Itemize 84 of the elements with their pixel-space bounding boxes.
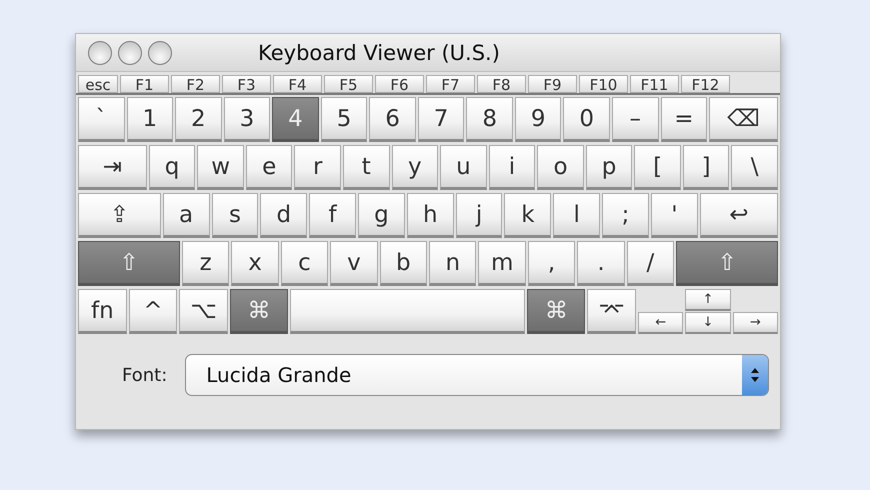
key[interactable]: ⇥	[78, 145, 147, 190]
arrow-key[interactable]: ←	[638, 312, 684, 334]
key[interactable]: x	[231, 241, 279, 286]
key[interactable]: o	[537, 145, 584, 190]
stepper-icon	[742, 355, 768, 395]
function-key[interactable]: F5	[324, 75, 373, 93]
key[interactable]: u	[440, 145, 487, 190]
key[interactable]: ⌤	[587, 289, 636, 334]
function-key[interactable]: F2	[171, 75, 220, 93]
key[interactable]: r	[294, 145, 342, 190]
font-popup[interactable]: Lucida Grande	[185, 354, 770, 396]
space-bar[interactable]	[290, 289, 526, 334]
key[interactable]: ⇪	[78, 193, 161, 238]
key[interactable]: fn	[78, 289, 127, 334]
function-key[interactable]: F6	[375, 75, 424, 93]
key[interactable]: 7	[418, 97, 464, 142]
key[interactable]: /	[626, 241, 674, 286]
key[interactable]: –	[612, 97, 659, 142]
key[interactable]: g	[358, 193, 405, 238]
key[interactable]: 0	[563, 97, 610, 142]
key[interactable]: `	[78, 97, 125, 142]
key[interactable]: y	[392, 145, 438, 190]
key[interactable]: ⌘	[230, 289, 288, 334]
arrow-key[interactable]: →	[732, 312, 778, 334]
function-key[interactable]: F11	[630, 75, 679, 93]
key[interactable]: e	[246, 145, 292, 190]
key[interactable]: 1	[126, 97, 174, 142]
key[interactable]: b	[380, 241, 428, 286]
key[interactable]: j	[456, 193, 502, 238]
key[interactable]: l	[553, 193, 600, 238]
function-key[interactable]: F3	[222, 75, 271, 93]
key[interactable]: ⇧	[78, 241, 180, 286]
key[interactable]: z	[182, 241, 230, 286]
key[interactable]: c	[280, 241, 328, 286]
function-key[interactable]: F7	[426, 75, 475, 93]
function-key[interactable]: esc	[78, 75, 118, 93]
key[interactable]: v	[330, 241, 378, 286]
key[interactable]: [	[634, 145, 681, 190]
key[interactable]: ↩	[700, 193, 778, 238]
key[interactable]: s	[212, 193, 258, 238]
key[interactable]: w	[197, 145, 244, 190]
key[interactable]: a	[162, 193, 210, 238]
key[interactable]: 2	[175, 97, 222, 142]
key[interactable]: 6	[369, 97, 416, 142]
key[interactable]: ⌫	[709, 97, 778, 142]
function-key[interactable]: F9	[528, 75, 577, 93]
close-button[interactable]	[88, 40, 112, 64]
function-key[interactable]: F4	[273, 75, 322, 93]
key[interactable]: i	[488, 145, 536, 190]
key[interactable]: \	[731, 145, 778, 190]
function-key[interactable]: F1	[120, 75, 169, 93]
key[interactable]: 8	[466, 97, 513, 142]
window-title: Keyboard Viewer (U.S.)	[258, 40, 500, 64]
key[interactable]: ^	[128, 289, 178, 334]
key[interactable]: ]	[682, 145, 730, 190]
font-label: Font:	[122, 364, 168, 386]
key[interactable]: '	[650, 193, 698, 238]
minimize-button[interactable]	[118, 40, 142, 64]
key[interactable]: ⌥	[179, 289, 228, 334]
zoom-button[interactable]	[148, 40, 172, 64]
key[interactable]: p	[586, 145, 632, 190]
arrow-key[interactable]: ↓	[685, 312, 731, 334]
key[interactable]: ⇧	[676, 241, 778, 286]
function-key[interactable]: F12	[681, 75, 730, 93]
key[interactable]: =	[660, 97, 708, 142]
key[interactable]: 3	[224, 97, 270, 142]
key[interactable]: h	[406, 193, 454, 238]
key[interactable]: k	[504, 193, 552, 238]
key[interactable]: ;	[602, 193, 649, 238]
key[interactable]: m	[478, 241, 526, 286]
key[interactable]: ⌘	[527, 289, 586, 334]
key[interactable]: q	[148, 145, 196, 190]
arrow-key[interactable]: ↑	[685, 289, 731, 311]
key[interactable]: .	[577, 241, 625, 286]
function-key[interactable]: F10	[579, 75, 628, 93]
key[interactable]: f	[309, 193, 356, 238]
key[interactable]: 9	[514, 97, 562, 142]
key[interactable]: n	[429, 241, 476, 286]
key[interactable]: ,	[528, 241, 576, 286]
key[interactable]: 4	[272, 97, 319, 142]
key[interactable]: 5	[320, 97, 368, 142]
function-key[interactable]: F8	[477, 75, 526, 93]
key[interactable]: d	[260, 193, 308, 238]
key[interactable]: t	[343, 145, 390, 190]
